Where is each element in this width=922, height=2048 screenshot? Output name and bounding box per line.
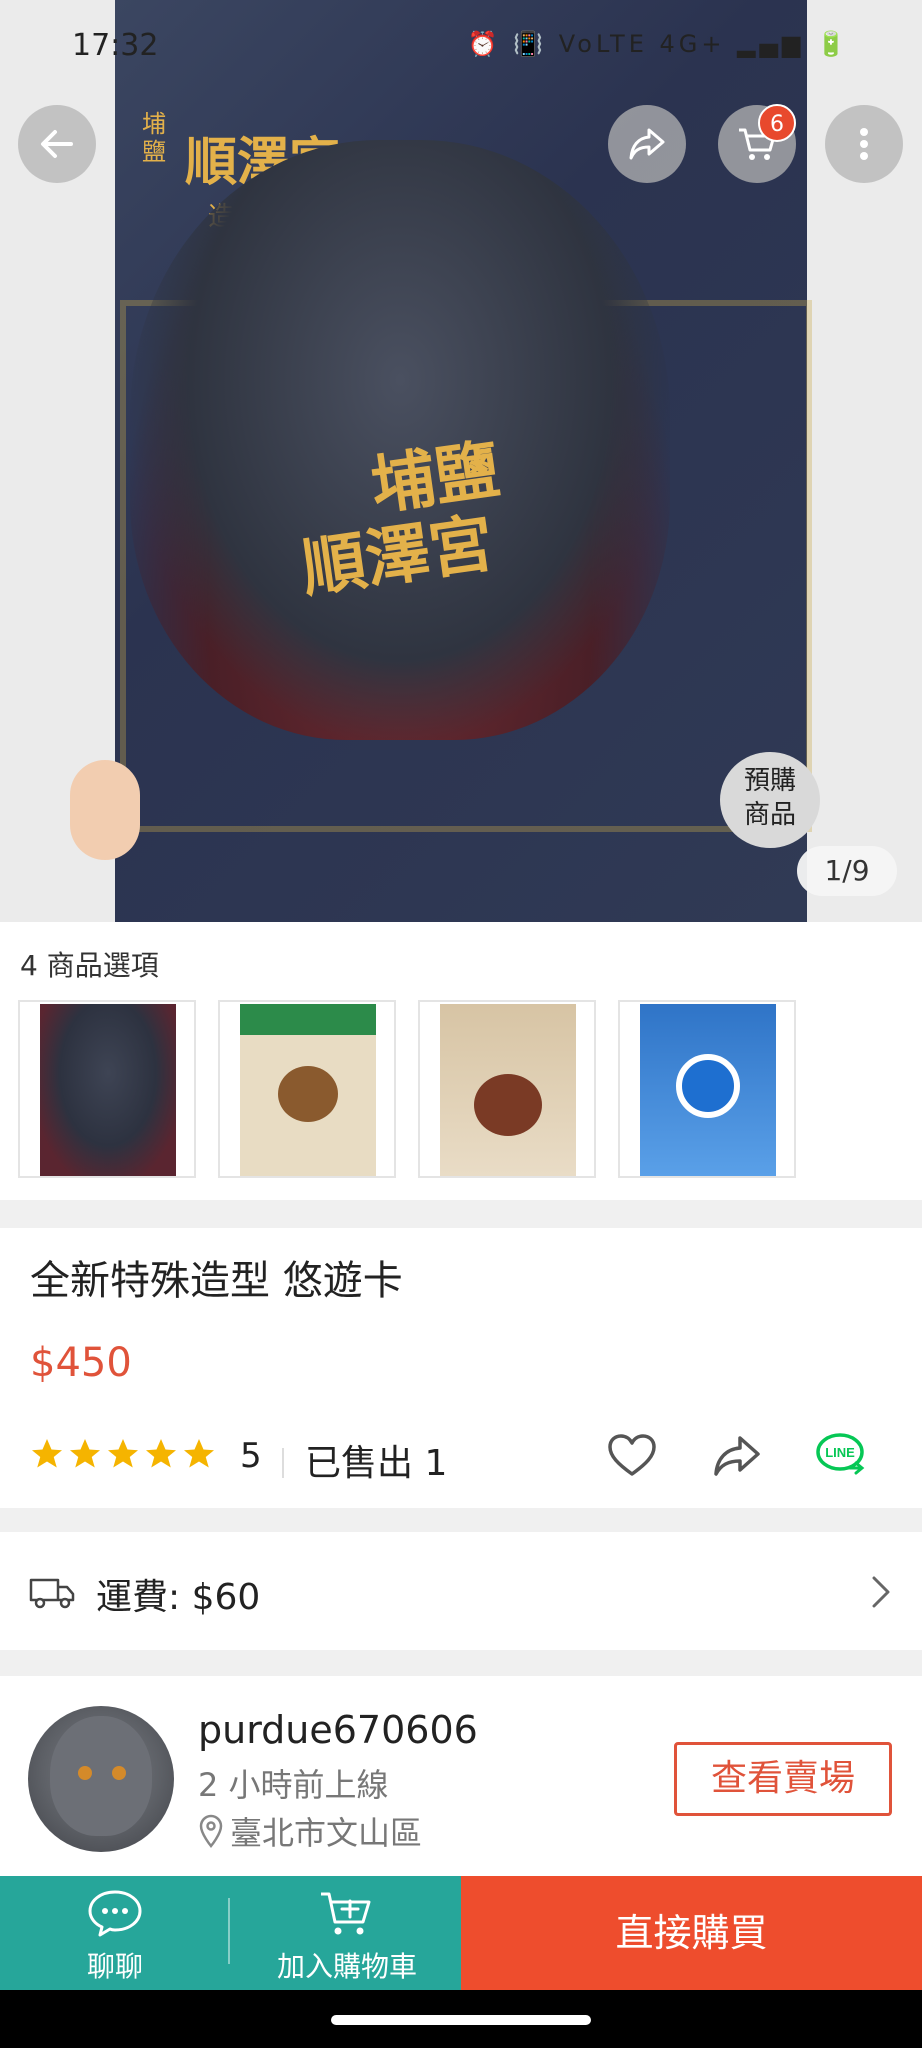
cat-eye-left xyxy=(78,1766,92,1780)
seller-name[interactable]: purdue670606 xyxy=(198,1708,478,1752)
seller-info: purdue670606 2 小時前上線 臺北市文山區 查看賣場 xyxy=(0,1676,922,1876)
cart-count-badge: 6 xyxy=(758,104,796,142)
seller-avatar[interactable] xyxy=(28,1706,174,1852)
option-image-brown-figure xyxy=(440,1004,576,1176)
option-thumb-doraemon[interactable] xyxy=(618,1000,796,1178)
location-pin-icon xyxy=(199,1814,223,1848)
status-icons: ⏰ 📳 VoLTE 4G+ ▂▄▆ 🔋 xyxy=(467,30,850,58)
rating-stars xyxy=(28,1436,218,1476)
options-label: 4 商品選項 xyxy=(20,949,159,982)
more-options-button[interactable] xyxy=(825,105,903,183)
photo-text-side: 埔鹽 xyxy=(142,110,166,166)
preorder-stamp: 預購 商品 xyxy=(720,752,820,848)
star-icon xyxy=(184,1439,214,1468)
star-icon xyxy=(32,1439,62,1468)
bottom-left-group: 聊聊 加入購物車 xyxy=(0,1876,461,1990)
truck-icon xyxy=(29,1578,75,1609)
seller-last-online: 2 小時前上線 xyxy=(198,1766,389,1804)
heart-icon xyxy=(608,1434,656,1476)
back-button[interactable] xyxy=(18,105,96,183)
product-info: 全新特殊造型 悠遊卡 $450 5 已售出 1 LINE xyxy=(0,1228,922,1508)
option-image-hat xyxy=(40,1004,176,1176)
preorder-line-1: 預購 xyxy=(743,766,796,796)
product-title: 全新特殊造型 悠遊卡 xyxy=(30,1258,403,1304)
svg-text:LINE: LINE xyxy=(825,1445,855,1460)
doraemon-shape xyxy=(676,1054,740,1118)
divider xyxy=(282,1448,284,1478)
chat-bubble-icon xyxy=(88,1890,142,1937)
option-thumb-brown-card[interactable] xyxy=(218,1000,396,1178)
add-to-cart-button[interactable]: 加入購物車 xyxy=(262,1888,432,1985)
cat-face xyxy=(50,1716,152,1836)
line-icon: LINE xyxy=(816,1433,865,1475)
brown-bear-shape xyxy=(278,1066,338,1122)
shipping-fee: 運費: $60 xyxy=(96,1577,261,1618)
bottom-divider xyxy=(228,1898,230,1964)
shipping-row[interactable]: 運費: $60 xyxy=(0,1532,922,1650)
cat-eye-right xyxy=(112,1766,126,1780)
star-icon xyxy=(108,1439,138,1468)
product-options: 4 商品選項 xyxy=(0,922,922,1200)
add-to-cart-label: 加入購物車 xyxy=(276,1950,417,1983)
line-share-button[interactable]: LINE xyxy=(814,1428,870,1484)
status-time: 17:32 xyxy=(72,28,159,63)
share-product-button[interactable] xyxy=(708,1428,764,1484)
option-image-brown xyxy=(240,1004,376,1176)
star-icon xyxy=(70,1439,100,1468)
add-cart-icon xyxy=(321,1892,371,1935)
share-arrow-icon xyxy=(714,1436,760,1476)
share-button[interactable] xyxy=(608,105,686,183)
image-counter: 1/9 xyxy=(797,846,897,896)
preorder-line-2: 商品 xyxy=(743,800,796,830)
view-shop-button[interactable]: 查看賣場 xyxy=(674,1742,892,1816)
buy-now-button[interactable]: 直接購買 xyxy=(461,1876,922,1990)
home-indicator[interactable] xyxy=(331,2015,591,2025)
chat-button[interactable]: 聊聊 xyxy=(60,1888,170,1985)
sold-count: 已售出 1 xyxy=(305,1443,448,1484)
star-icon xyxy=(146,1439,176,1468)
more-vertical-icon xyxy=(860,128,868,160)
chat-label: 聊聊 xyxy=(86,1950,143,1983)
arrow-left-icon xyxy=(41,130,73,158)
like-button[interactable] xyxy=(604,1428,660,1484)
status-bar: 17:32 ⏰ 📳 VoLTE 4G+ ▂▄▆ 🔋 xyxy=(0,0,922,92)
chevron-right-icon xyxy=(872,1576,890,1608)
share-icon xyxy=(629,128,665,160)
finger xyxy=(70,760,140,860)
product-price: $450 xyxy=(30,1340,132,1386)
bottom-action-bar: 聊聊 加入購物車 直接購買 xyxy=(0,1876,922,1990)
rating-value: 5 xyxy=(240,1436,262,1476)
option-image-doraemon xyxy=(640,1004,776,1176)
brown-figure-shape xyxy=(474,1074,542,1136)
seller-location: 臺北市文山區 xyxy=(230,1814,423,1852)
option-thumb-hat[interactable] xyxy=(18,1000,196,1178)
option-thumb-brown-figure[interactable] xyxy=(418,1000,596,1178)
